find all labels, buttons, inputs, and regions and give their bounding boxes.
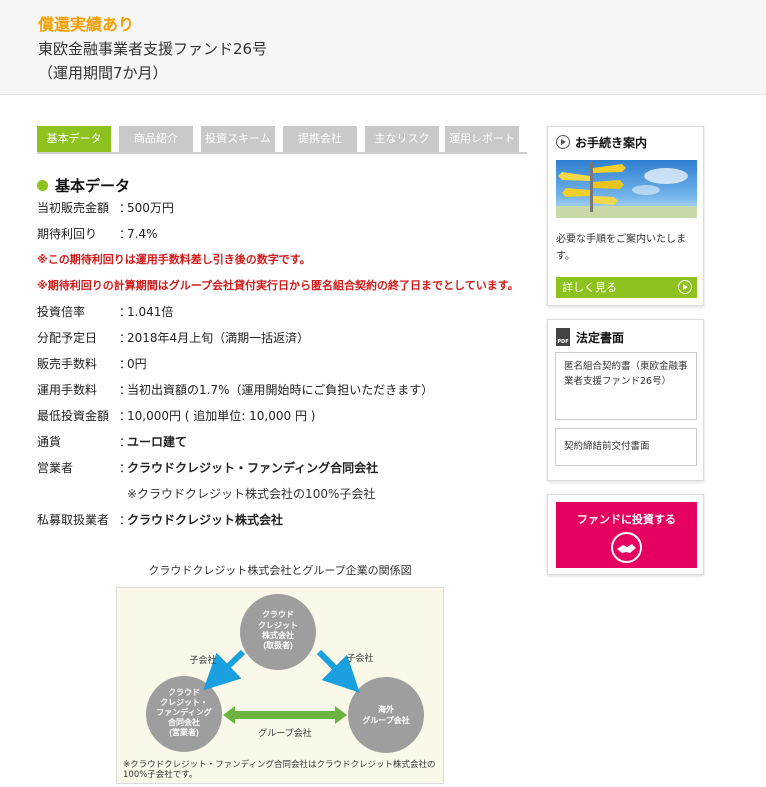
node-overseas — [348, 677, 424, 753]
invest-in-fund-button[interactable]: ファンドに投資する — [556, 502, 697, 568]
handshake-icon — [611, 532, 642, 563]
node-top-line3: 株式会社 — [262, 630, 294, 640]
node-top-line1: クラウド — [262, 609, 294, 619]
node-left-line4: 合同会社 — [167, 717, 200, 727]
section-title-basic-data: 基本データ — [37, 175, 130, 195]
row-placement-agent: 私募取扱業者 ：クラウドクレジット株式会社 — [37, 513, 284, 527]
relationship-svg: クラウド クレジット 株式会社 (取扱者) クラウド クレジット・ ファンディン… — [146, 594, 424, 753]
see-details-button[interactable]: 詳しく見る — [556, 277, 697, 298]
row-multiple: 投資倍率 ：1.041倍 — [37, 305, 174, 319]
row-initial-sales: 当初販売金額 ：500万円 — [37, 201, 174, 215]
node-left-line2: クレジット・ — [160, 697, 208, 707]
tab-partners[interactable]: 提携会社 — [283, 126, 357, 152]
label-left-subsidiary: 子会社 — [189, 654, 216, 665]
node-right-line2: グループ会社 — [362, 715, 410, 725]
fund-title: 東欧金融事業者支援ファンド26号 — [38, 40, 268, 58]
arrow-circle-icon — [678, 280, 692, 294]
node-top-line4: (取扱者) — [263, 640, 293, 650]
arrow-left-subsidiary — [203, 649, 246, 691]
doc-link-pre-contract[interactable]: 契約締結前交付書面 — [555, 428, 697, 466]
node-right-line1: 海外 — [378, 704, 394, 714]
procedure-guide-box: お手続き案内 必要な手順をご案内いたします。 詳しく見る — [547, 126, 704, 306]
legal-documents-box: 法定書面 匿名組合契約書（東欧金融事業者支援ファンド26号） 契約締結前交付書面 — [547, 319, 704, 481]
row-expected-yield: 期待利回り ：7.4% — [37, 227, 158, 241]
tab-basic-data[interactable]: 基本データ — [37, 126, 111, 152]
operator-subsidiary-note: ※クラウドクレジット株式会社の100%子会社 — [127, 487, 376, 501]
tab-investment-scheme[interactable]: 投資スキーム — [201, 126, 275, 152]
row-management-fee: 運用手数料 ：当初出資額の1.7%（運用開始時にご負担いただきます） — [37, 383, 434, 397]
label-group-company: グループ会社 — [258, 727, 311, 738]
play-circle-icon — [556, 135, 570, 149]
row-sales-fee: 販売手数料 ：0円 — [37, 357, 147, 371]
tab-risks[interactable]: 主なリスク — [365, 126, 439, 152]
row-operator: 営業者 ：クラウドクレジット・ファンディング合同会社 — [37, 461, 379, 475]
signpost-svg — [556, 162, 697, 218]
signpost-image — [556, 160, 697, 218]
fund-header: 償還実績あり 東欧金融事業者支援ファンド26号 （運用期間7か月） — [0, 0, 766, 95]
node-left-line3: ファンディング — [156, 707, 211, 717]
label-right-subsidiary: 子会社 — [346, 652, 373, 663]
invest-box: ファンドに投資する — [547, 494, 704, 575]
node-left-line5: (営業者) — [169, 727, 199, 737]
yield-note: ※この期待利回りは運用手数料差し引き後の数字です。 — [37, 253, 311, 266]
procedure-guide-desc: 必要な手順をご案内いたします。 — [556, 234, 686, 262]
row-distribution-date: 分配予定日 ：2018年4月上旬（満期一括返済） — [37, 331, 310, 345]
tab-product-intro[interactable]: 商品紹介 — [119, 126, 193, 152]
procedure-guide-title: お手続き案内 — [556, 134, 647, 151]
fund-period: （運用期間7か月） — [38, 64, 168, 82]
bullet-icon — [37, 180, 48, 191]
group-relationship-diagram: クラウド クレジット 株式会社 (取扱者) クラウド クレジット・ ファンディン… — [116, 587, 444, 784]
redemption-badge: 償還実績あり — [38, 15, 135, 34]
node-top-line2: クレジット — [258, 620, 298, 630]
node-left-line1: クラウド — [168, 687, 200, 697]
arrow-group-link — [223, 706, 347, 724]
tab-reports[interactable]: 運用レポート — [445, 126, 519, 152]
arrow-right-subsidiary — [316, 649, 360, 693]
doc-link-partnership-agreement[interactable]: 匿名組合契約書（東欧金融事業者支援ファンド26号） — [555, 352, 697, 420]
row-min-investment: 最低投資金額 ：10,000円 ( 追加単位: 10,000 円 ) — [37, 409, 316, 423]
diagram-footnote: ※クラウドクレジット・ファンディング合同会社はクラウドクレジット株式会社の100… — [123, 760, 436, 780]
yield-period-note: ※期待利回りの計算期間はグループ会社貸付実行日から匿名組合契約の終了日までとして… — [37, 279, 519, 292]
legal-documents-title: 法定書面 — [556, 328, 624, 346]
row-currency: 通貨 ：ユーロ建て — [37, 435, 188, 449]
diagram-caption: クラウドクレジット株式会社とグループ企業の関係図 — [148, 564, 412, 577]
pdf-icon — [556, 328, 570, 346]
fund-tabs: 基本データ 商品紹介 投資スキーム 提携会社 主なリスク 運用レポート — [37, 126, 527, 154]
